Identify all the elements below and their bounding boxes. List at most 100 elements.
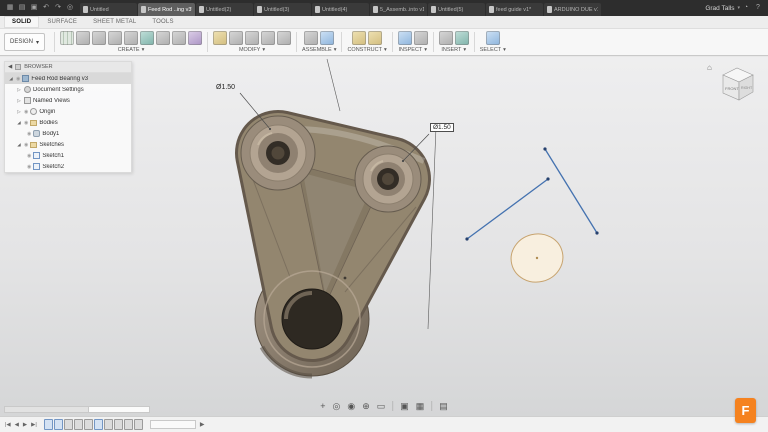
timeline-end-arrow-icon[interactable]: ▶ <box>200 421 205 428</box>
timeline-feature-icon[interactable] <box>54 419 63 430</box>
grid-settings-icon[interactable]: ▦ <box>416 401 425 411</box>
zoom-icon[interactable]: ⊕ <box>362 401 370 411</box>
document-tab[interactable]: Untitled(5) <box>428 3 485 16</box>
part-model[interactable] <box>241 116 424 376</box>
pan-icon[interactable]: + <box>320 401 325 411</box>
decal-icon[interactable] <box>455 31 469 45</box>
section-analysis-icon[interactable] <box>414 31 428 45</box>
expand-caret-icon[interactable]: ▷ <box>16 109 22 115</box>
timeline-feature-icon[interactable] <box>74 419 83 430</box>
hole-icon[interactable] <box>140 31 154 45</box>
dimension-label-selected[interactable]: Ø1.50 <box>430 123 454 132</box>
go-to-start-icon[interactable]: |◀ <box>4 422 12 428</box>
visibility-icon[interactable]: ◉ <box>27 153 31 159</box>
visibility-icon[interactable]: ◉ <box>24 109 28 115</box>
timeline-feature-icon[interactable] <box>44 419 53 430</box>
sweep-icon[interactable] <box>108 31 122 45</box>
redo-icon[interactable]: ↷ <box>52 0 64 16</box>
tab-surface[interactable]: SURFACE <box>39 16 85 28</box>
shell-icon[interactable] <box>245 31 259 45</box>
document-tab[interactable]: 5_Assemb..into v1* <box>370 3 427 16</box>
offset-plane-icon[interactable] <box>368 31 382 45</box>
timeline-feature-icon[interactable] <box>134 419 143 430</box>
play-icon[interactable]: ▶ <box>22 422 28 428</box>
new-sketch-icon[interactable] <box>60 31 74 45</box>
offset-face-icon[interactable] <box>277 31 291 45</box>
expand-caret-icon[interactable]: ◢ <box>8 76 14 82</box>
assemble-group-label[interactable]: ASSEMBLE ▾ <box>302 47 336 53</box>
inspect-group-label[interactable]: INSPECT ▾ <box>398 47 428 53</box>
thread-icon[interactable] <box>156 31 170 45</box>
joint-icon[interactable] <box>320 31 334 45</box>
revolve-icon[interactable] <box>92 31 106 45</box>
expand-caret-icon[interactable]: ◢ <box>16 142 22 148</box>
box-icon[interactable] <box>172 31 186 45</box>
construction-plane-icon[interactable] <box>352 31 366 45</box>
combine-icon[interactable] <box>261 31 275 45</box>
extrude-icon[interactable] <box>76 31 90 45</box>
browser-item-sketches[interactable]: ◢ ◉ Sketches <box>5 139 131 150</box>
insert-group-label[interactable]: INSERT ▾ <box>439 47 469 53</box>
tab-tools[interactable]: TOOLS <box>144 16 181 28</box>
timeline-scrollbar-thumb[interactable] <box>5 407 89 412</box>
notifications-icon[interactable]: ◔ <box>740 0 752 16</box>
go-to-end-icon[interactable]: ▶| <box>30 422 38 428</box>
insert-mesh-icon[interactable] <box>439 31 453 45</box>
browser-item-body1[interactable]: ◉ Body1 <box>5 128 131 139</box>
browser-item-document-settings[interactable]: ▷ Document Settings <box>5 84 131 95</box>
fillet-icon[interactable] <box>229 31 243 45</box>
undo-icon[interactable]: ↶ <box>40 0 52 16</box>
timeline-scrollbar[interactable] <box>4 406 150 413</box>
timeline-feature-icon[interactable] <box>124 419 133 430</box>
document-tab[interactable]: Untitled(2) <box>196 3 253 16</box>
timeline-feature-icon[interactable] <box>84 419 93 430</box>
timeline-scroll-area[interactable] <box>150 420 196 429</box>
modify-group-label[interactable]: MODIFY ▾ <box>213 47 291 53</box>
timeline-feature-icon[interactable] <box>94 419 103 430</box>
select-group-label[interactable]: SELECT ▾ <box>480 47 506 53</box>
view-cube[interactable]: ⌂ FRONT RIGHT <box>707 62 763 108</box>
collapse-arrow-icon[interactable]: ◀ <box>8 64 12 70</box>
timeline-feature-icon[interactable] <box>104 419 113 430</box>
measure-icon[interactable] <box>398 31 412 45</box>
create-group-label[interactable]: CREATE ▾ <box>60 47 202 53</box>
browser-item-sketch2[interactable]: ◉ Sketch2 <box>5 161 131 172</box>
help-icon[interactable]: ? <box>752 0 764 16</box>
display-settings-icon[interactable]: ▣ <box>400 401 409 411</box>
document-tab[interactable]: feed guide v1* <box>486 3 543 16</box>
app-menu-icon[interactable]: ▦ <box>4 0 16 16</box>
step-back-icon[interactable]: ◀ <box>14 422 20 428</box>
tab-solid[interactable]: SOLID <box>4 16 39 28</box>
timeline-feature-icon[interactable] <box>114 419 123 430</box>
sketch-geometry[interactable] <box>465 147 598 287</box>
browser-item-origin[interactable]: ▷ ◉ Origin <box>5 106 131 117</box>
orbit-icon[interactable]: ◎ <box>332 401 340 411</box>
expand-caret-icon[interactable]: ▷ <box>16 87 22 93</box>
browser-item-sketch1[interactable]: ◉ Sketch1 <box>5 150 131 161</box>
loft-icon[interactable] <box>124 31 138 45</box>
home-view-icon[interactable]: ⌂ <box>707 63 712 72</box>
document-tab[interactable]: Untitled(4) <box>312 3 369 16</box>
expand-caret-icon[interactable]: ◢ <box>16 120 22 126</box>
document-tab[interactable]: Untitled <box>80 3 137 16</box>
tab-sheet-metal[interactable]: SHEET METAL <box>85 16 144 28</box>
browser-item-named-views[interactable]: ▷ Named Views <box>5 95 131 106</box>
expand-caret-icon[interactable]: ▷ <box>16 98 22 104</box>
press-pull-icon[interactable] <box>213 31 227 45</box>
viewports-icon[interactable]: ▤ <box>439 401 448 411</box>
select-icon[interactable] <box>486 31 500 45</box>
search-icon[interactable]: ◎ <box>64 0 76 16</box>
browser-item-bodies[interactable]: ◢ ◉ Bodies <box>5 117 131 128</box>
visibility-icon[interactable]: ◉ <box>16 76 20 82</box>
data-panel-icon[interactable]: ▤ <box>16 0 28 16</box>
dimension-label[interactable]: Ø1.50 <box>216 84 235 91</box>
timeline-feature-icon[interactable] <box>64 419 73 430</box>
fit-icon[interactable]: ▭ <box>377 401 386 411</box>
save-icon[interactable]: ▣ <box>28 0 40 16</box>
browser-header[interactable]: ◀ BROWSER <box>5 62 131 73</box>
visibility-icon[interactable]: ◉ <box>24 120 28 126</box>
browser-item-root-component[interactable]: ◢ ◉ Feed Rod Bearing v3 <box>5 73 131 84</box>
document-tab[interactable]: ARDUINO DUE v1* <box>544 3 601 16</box>
new-component-icon[interactable] <box>304 31 318 45</box>
user-name[interactable]: Grad Talls <box>705 5 734 12</box>
